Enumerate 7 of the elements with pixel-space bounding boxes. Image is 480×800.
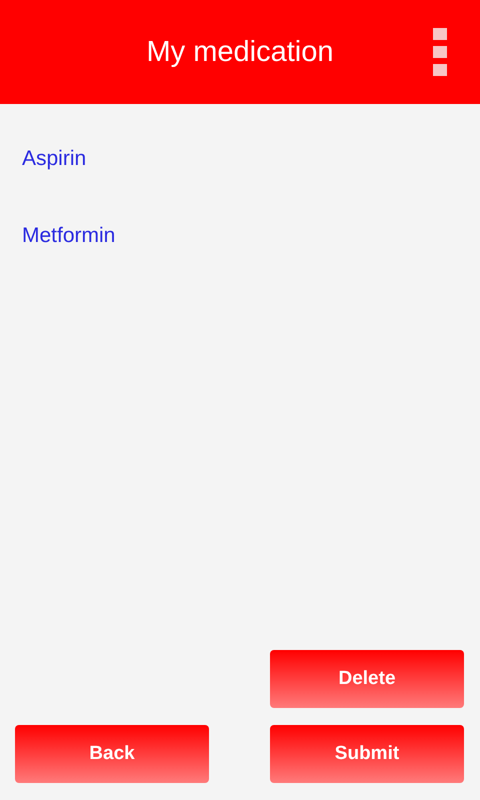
screen-title: My medication (146, 36, 334, 68)
medication-item[interactable]: Aspirin (22, 147, 86, 171)
submit-button[interactable]: Submit (270, 725, 464, 783)
menu-icon[interactable] (433, 28, 447, 76)
delete-button[interactable]: Delete (270, 650, 464, 708)
back-button[interactable]: Back (15, 725, 209, 783)
medication-item[interactable]: Metformin (22, 224, 116, 248)
